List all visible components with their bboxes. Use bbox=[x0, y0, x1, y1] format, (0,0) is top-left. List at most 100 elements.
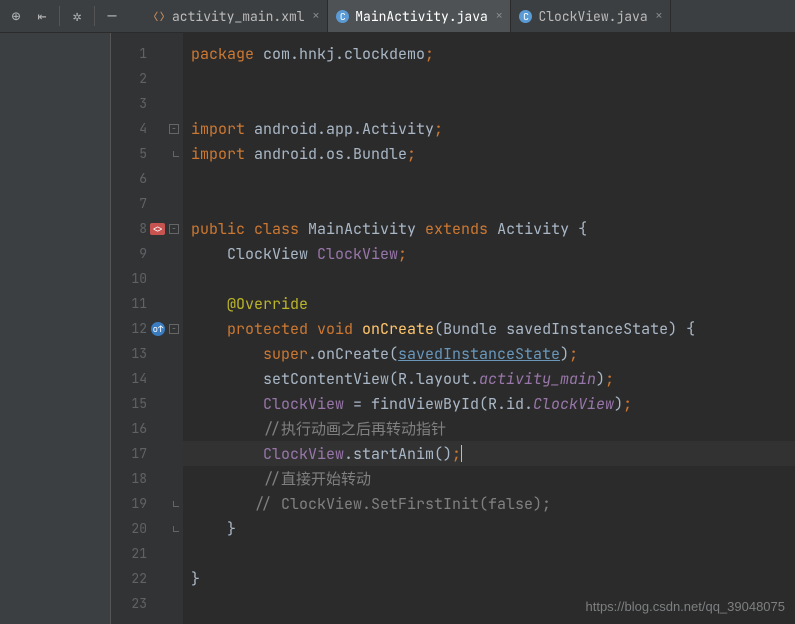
code-token: ClockView bbox=[263, 394, 344, 414]
tab-activity_main-xml[interactable]: ⟨⟩ activity_main.xml ✕ bbox=[144, 0, 328, 32]
code-line[interactable]: //执行动画之后再转动指针 bbox=[183, 416, 795, 441]
code-token: activity_main bbox=[479, 369, 596, 389]
code-line[interactable]: setContentView(R.layout.activity_main); bbox=[183, 366, 795, 391]
close-icon[interactable]: ✕ bbox=[496, 9, 503, 23]
code-token bbox=[191, 319, 227, 339]
code-line[interactable]: protected void onCreate(Bundle savedInst… bbox=[183, 316, 795, 341]
line-number: 7 bbox=[111, 191, 183, 216]
code-token: onCreate bbox=[362, 319, 434, 339]
fold-icon[interactable]: − bbox=[169, 124, 179, 134]
back-icon[interactable]: ⇤ bbox=[30, 4, 54, 28]
java-file-icon: C bbox=[336, 10, 349, 23]
code-line[interactable]: import android.app.Activity; bbox=[183, 116, 795, 141]
code-line[interactable]: ClockView ClockView; bbox=[183, 241, 795, 266]
code-line[interactable]: @Override bbox=[183, 291, 795, 316]
code-line[interactable] bbox=[183, 66, 795, 91]
code-line[interactable]: import android.os.Bundle; bbox=[183, 141, 795, 166]
minimize-icon[interactable]: — bbox=[100, 4, 124, 28]
separator bbox=[94, 6, 95, 26]
text-cursor bbox=[461, 445, 462, 462]
code-token: } bbox=[227, 519, 236, 539]
tab-label: activity_main.xml bbox=[172, 8, 305, 25]
fold-icon[interactable] bbox=[173, 501, 179, 507]
editor-tabs: ⟨⟩activity_main.xml✕CMainActivity.java✕C… bbox=[144, 0, 671, 32]
code-token: void bbox=[317, 319, 362, 339]
code-token: import bbox=[191, 144, 245, 164]
code-token: class bbox=[254, 219, 308, 239]
code-line[interactable]: super.onCreate(savedInstanceState); bbox=[183, 341, 795, 366]
code-token: savedInstanceState bbox=[398, 344, 560, 364]
class-gutter-icon[interactable]: <> bbox=[150, 222, 165, 236]
code-line[interactable]: ClockView.startAnim(); bbox=[183, 441, 795, 466]
close-icon[interactable]: ✕ bbox=[313, 9, 320, 23]
code-line[interactable] bbox=[183, 91, 795, 116]
code-line[interactable]: //直接开始转动 bbox=[183, 466, 795, 491]
code-line[interactable]: } bbox=[183, 516, 795, 541]
toolbar: ⊕ ⇤ ✲ — ⟨⟩activity_main.xml✕CMainActivit… bbox=[0, 0, 795, 33]
code-token: ClockView bbox=[227, 244, 317, 264]
fold-icon[interactable]: − bbox=[169, 324, 179, 334]
code-token: // ClockView.SetFirstInit(false); bbox=[254, 494, 551, 514]
code-token: ClockView bbox=[263, 444, 344, 464]
line-number: 22 bbox=[111, 566, 183, 591]
code-line[interactable]: // ClockView.SetFirstInit(false); bbox=[183, 491, 795, 516]
xml-file-icon: ⟨⟩ bbox=[152, 9, 166, 23]
code-area: package com.hnkj.clockdemo; import androi… bbox=[183, 33, 795, 624]
target-icon[interactable]: ⊕ bbox=[4, 4, 28, 28]
code-token: MainActivity bbox=[308, 219, 425, 239]
code-token: ) bbox=[560, 344, 569, 364]
code-token: package bbox=[191, 44, 254, 64]
tool-icons: ⊕ ⇤ ✲ — bbox=[0, 0, 128, 32]
code-token: ; bbox=[605, 369, 614, 389]
line-number: 13 bbox=[111, 341, 183, 366]
tab-MainActivity-java[interactable]: CMainActivity.java✕ bbox=[328, 0, 511, 32]
code-line[interactable]: package com.hnkj.clockdemo; bbox=[183, 41, 795, 66]
tab-ClockView-java[interactable]: CClockView.java✕ bbox=[511, 0, 671, 32]
code-token: super bbox=[263, 344, 308, 364]
code-token bbox=[191, 344, 263, 364]
code-line[interactable] bbox=[183, 166, 795, 191]
code-line[interactable]: ClockView = findViewById(R.id.ClockView)… bbox=[183, 391, 795, 416]
code-token bbox=[191, 394, 263, 414]
separator bbox=[59, 6, 60, 26]
code-token: ClockView bbox=[317, 244, 398, 264]
code-token: import bbox=[191, 119, 245, 139]
code-line[interactable] bbox=[183, 541, 795, 566]
tab-label: ClockView.java bbox=[538, 8, 647, 25]
line-number: 23 bbox=[111, 591, 183, 616]
line-number: 11 bbox=[111, 291, 183, 316]
code-token: android.os.Bundle bbox=[245, 144, 407, 164]
fold-icon[interactable]: − bbox=[169, 224, 179, 234]
fold-icon[interactable] bbox=[173, 151, 179, 157]
code-line[interactable]: } bbox=[183, 566, 795, 591]
code-token: ; bbox=[569, 344, 578, 364]
code-token: ClockView bbox=[533, 394, 614, 414]
line-number: 21 bbox=[111, 541, 183, 566]
left-strip bbox=[0, 33, 111, 624]
code-line[interactable] bbox=[183, 266, 795, 291]
line-number: 20 bbox=[111, 516, 183, 541]
line-number: 6 bbox=[111, 166, 183, 191]
code-token: } bbox=[191, 569, 200, 589]
code-token: setContentView(R.layout. bbox=[263, 369, 479, 389]
code-token bbox=[191, 494, 254, 514]
code-line[interactable] bbox=[183, 191, 795, 216]
code-token: com.hnkj.clockdemo bbox=[254, 44, 425, 64]
code-token: .startAnim() bbox=[344, 444, 452, 464]
fold-icon[interactable] bbox=[173, 526, 179, 532]
settings-icon[interactable]: ✲ bbox=[65, 4, 89, 28]
code-token: ; bbox=[425, 44, 434, 64]
code-token: { bbox=[578, 219, 587, 239]
gutter: 1234−5678−<>9101112−o↑131415161718192021… bbox=[111, 33, 183, 624]
code-token bbox=[191, 419, 263, 439]
line-number: 19 bbox=[111, 491, 183, 516]
line-number: 17 bbox=[111, 441, 183, 466]
close-icon[interactable]: ✕ bbox=[656, 9, 663, 23]
override-gutter-icon[interactable]: o↑ bbox=[151, 322, 165, 336]
code-token bbox=[191, 244, 227, 264]
line-number: 2 bbox=[111, 66, 183, 91]
code-line[interactable]: public class MainActivity extends Activi… bbox=[183, 216, 795, 241]
code-token: @Override bbox=[227, 294, 308, 314]
code-token bbox=[191, 519, 227, 539]
code-token: //执行动画之后再转动指针 bbox=[263, 418, 446, 439]
